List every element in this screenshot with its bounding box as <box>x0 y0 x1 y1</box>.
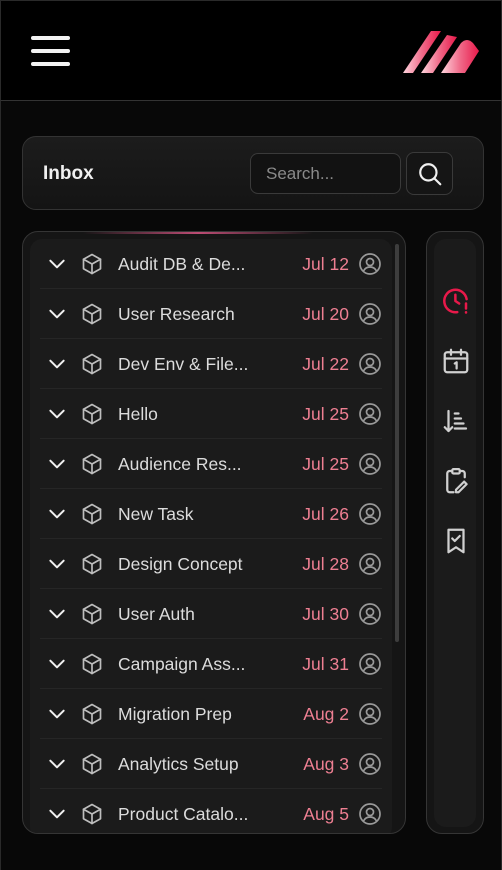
assignee-avatar-icon[interactable] <box>358 702 382 726</box>
search-input[interactable] <box>250 153 401 194</box>
task-row[interactable]: Product Catalo... Aug 5 <box>40 789 382 833</box>
clipboard-edit-icon[interactable] <box>441 466 471 496</box>
task-due-date: Jul 30 <box>302 604 349 624</box>
task-list[interactable]: Audit DB & De... Jul 12 User Research Jul 2… <box>30 239 392 833</box>
task-row[interactable]: Campaign Ass... Jul 31 <box>40 639 382 689</box>
package-icon <box>80 752 104 776</box>
task-name: Analytics Setup <box>118 754 239 774</box>
assignee-avatar-icon[interactable] <box>358 402 382 426</box>
task-name: Hello <box>118 404 158 424</box>
task-name: Dev Env & File... <box>118 354 249 374</box>
task-name: Product Catalo... <box>118 804 249 824</box>
task-name: New Task <box>118 504 194 524</box>
assignee-avatar-icon[interactable] <box>358 802 382 826</box>
sort-descending-icon[interactable] <box>441 406 471 436</box>
main-area: Inbox Audit DB & De... Jul 12 User Researc… <box>0 101 502 870</box>
chevron-down-icon[interactable] <box>47 304 67 324</box>
bookmark-check-icon[interactable] <box>441 526 471 556</box>
task-name: User Auth <box>118 604 195 624</box>
package-icon <box>80 652 104 676</box>
package-icon <box>80 602 104 626</box>
task-due-date: Jul 25 <box>302 404 349 424</box>
task-name: Migration Prep <box>118 704 232 724</box>
package-icon <box>80 802 104 826</box>
inbox-header: Inbox <box>22 136 484 210</box>
clock-alert-icon[interactable] <box>441 286 471 316</box>
assignee-avatar-icon[interactable] <box>358 752 382 776</box>
assignee-avatar-icon[interactable] <box>358 252 382 276</box>
assignee-avatar-icon[interactable] <box>358 452 382 476</box>
task-name: Audience Res... <box>118 454 242 474</box>
task-name: Audit DB & De... <box>118 254 246 274</box>
task-row[interactable]: Design Concept Jul 28 <box>40 539 382 589</box>
task-due-date: Jul 22 <box>302 354 349 374</box>
chevron-down-icon[interactable] <box>47 554 67 574</box>
assignee-avatar-icon[interactable] <box>358 302 382 326</box>
chevron-down-icon[interactable] <box>47 804 67 824</box>
scrollbar[interactable] <box>395 244 399 642</box>
task-due-date: Jul 12 <box>302 254 349 274</box>
package-icon <box>80 302 104 326</box>
assignee-avatar-icon[interactable] <box>358 552 382 576</box>
task-due-date: Jul 25 <box>302 454 349 474</box>
task-row[interactable]: User Auth Jul 30 <box>40 589 382 639</box>
package-icon <box>80 252 104 276</box>
task-row[interactable]: Audience Res... Jul 25 <box>40 439 382 489</box>
task-due-date: Aug 2 <box>303 704 349 724</box>
package-icon <box>80 702 104 726</box>
task-row[interactable]: User Research Jul 20 <box>40 289 382 339</box>
top-bar <box>0 0 502 101</box>
chevron-down-icon[interactable] <box>47 604 67 624</box>
task-name: Design Concept <box>118 554 243 574</box>
chevron-down-icon[interactable] <box>47 654 67 674</box>
package-icon <box>80 452 104 476</box>
package-icon <box>80 352 104 376</box>
task-row[interactable]: Hello Jul 25 <box>40 389 382 439</box>
calendar-icon[interactable] <box>441 346 471 376</box>
task-row[interactable]: Dev Env & File... Jul 22 <box>40 339 382 389</box>
task-due-date: Jul 28 <box>302 554 349 574</box>
chevron-down-icon[interactable] <box>47 254 67 274</box>
chevron-down-icon[interactable] <box>47 504 67 524</box>
task-list-panel: Audit DB & De... Jul 12 User Research Jul 2… <box>22 231 406 834</box>
package-icon <box>80 402 104 426</box>
chevron-down-icon[interactable] <box>47 404 67 424</box>
assignee-avatar-icon[interactable] <box>358 602 382 626</box>
assignee-avatar-icon[interactable] <box>358 502 382 526</box>
task-due-date: Jul 31 <box>302 654 349 674</box>
task-name: Campaign Ass... <box>118 654 246 674</box>
search-icon <box>418 162 441 185</box>
task-name: User Research <box>118 304 235 324</box>
task-due-date: Jul 20 <box>302 304 349 324</box>
assignee-avatar-icon[interactable] <box>358 652 382 676</box>
chevron-down-icon[interactable] <box>47 754 67 774</box>
chevron-down-icon[interactable] <box>47 354 67 374</box>
task-row[interactable]: New Task Jul 26 <box>40 489 382 539</box>
side-toolbar <box>426 231 484 834</box>
chevron-down-icon[interactable] <box>47 454 67 474</box>
chevron-down-icon[interactable] <box>47 704 67 724</box>
search-button[interactable] <box>406 152 453 195</box>
task-row[interactable]: Migration Prep Aug 2 <box>40 689 382 739</box>
package-icon <box>80 502 104 526</box>
task-due-date: Jul 26 <box>302 504 349 524</box>
assignee-avatar-icon[interactable] <box>358 352 382 376</box>
task-due-date: Aug 3 <box>303 754 349 774</box>
task-row[interactable]: Analytics Setup Aug 3 <box>40 739 382 789</box>
package-icon <box>80 552 104 576</box>
page-title: Inbox <box>43 163 94 184</box>
task-row[interactable]: Audit DB & De... Jul 12 <box>40 239 382 289</box>
brand-logo-icon[interactable] <box>401 27 481 77</box>
task-due-date: Aug 5 <box>303 804 349 824</box>
hamburger-menu-icon[interactable] <box>31 34 71 68</box>
